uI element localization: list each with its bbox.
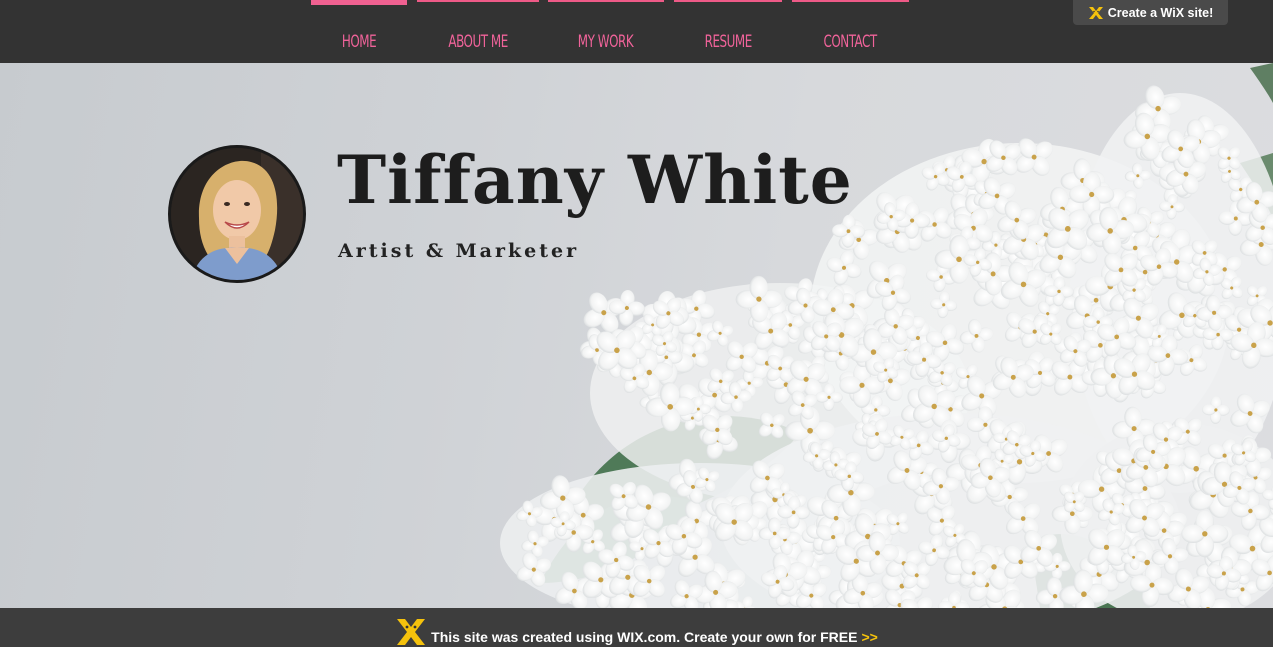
profile-photo — [171, 148, 303, 280]
footer-banner-arrows: >> — [861, 628, 878, 645]
create-wix-site-button[interactable]: Create a WiX site! — [1073, 0, 1228, 25]
nav-item-label: MY WORK — [578, 32, 634, 52]
wix-logo-icon — [1088, 6, 1103, 19]
nav-item-label: HOME — [341, 32, 377, 52]
nav-item-divider — [417, 0, 539, 2]
nav-item-label: CONTACT — [823, 32, 878, 52]
nav-item-divider — [792, 0, 909, 2]
top-navigation-bar: HOME ABOUT ME MY WORK RESUME CONTACT Cre… — [0, 0, 1273, 63]
nav-active-indicator — [311, 0, 407, 5]
nav-item-label: ABOUT ME — [448, 32, 508, 52]
footer-banner-text: This site was created using WIX.com. Cre… — [431, 628, 858, 645]
profile-photo-avatar — [168, 145, 306, 283]
wix-footer-banner[interactable]: This site was created using WIX.com. Cre… — [0, 608, 1273, 647]
site-subtitle: Artist & Marketer — [338, 240, 580, 262]
nav-item-about-me[interactable]: ABOUT ME — [417, 0, 539, 63]
hero-section: Tiffany White Artist & Marketer — [0, 63, 1273, 608]
nav-item-my-work[interactable]: MY WORK — [548, 0, 664, 63]
create-wix-site-label: Create a WiX site! — [1107, 5, 1214, 20]
nav-item-home[interactable]: HOME — [311, 0, 407, 63]
nav-item-label: RESUME — [704, 32, 752, 52]
nav-item-divider — [548, 0, 664, 2]
nav-item-resume[interactable]: RESUME — [674, 0, 782, 63]
nav-item-contact[interactable]: CONTACT — [792, 0, 909, 63]
wix-logo-icon — [397, 618, 426, 645]
site-title: Tiffany White — [337, 141, 853, 219]
page: HOME ABOUT ME MY WORK RESUME CONTACT Cre… — [0, 0, 1273, 647]
nav-item-divider — [674, 0, 782, 2]
